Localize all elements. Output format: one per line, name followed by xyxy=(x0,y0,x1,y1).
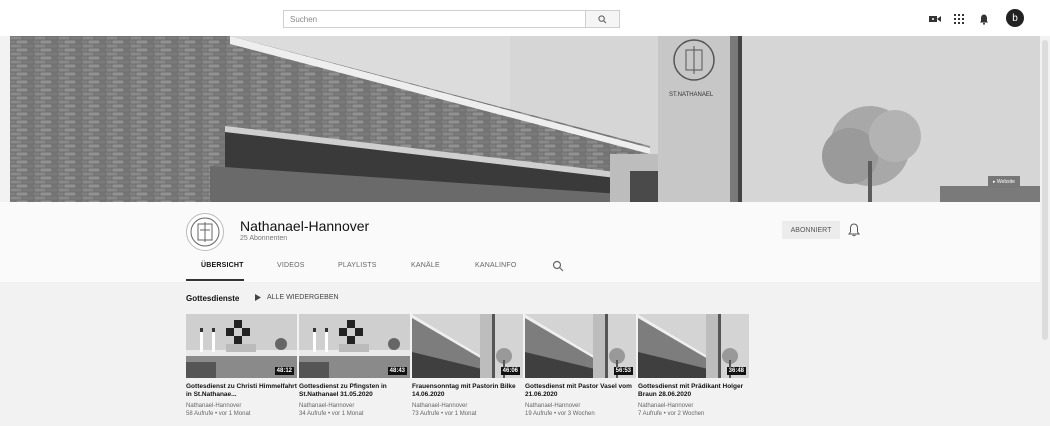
video-title[interactable]: Gottesdienst mit Prädikant Holger Braun … xyxy=(638,383,749,399)
video-thumbnail[interactable]: 36:48 xyxy=(638,314,749,378)
tab-overview[interactable]: ÜBERSICHT xyxy=(201,262,244,269)
video-title[interactable]: Gottesdienst zu Pfingsten in St.Nathanae… xyxy=(299,383,410,399)
website-link-label: Website xyxy=(996,179,1015,185)
website-link[interactable]: ▸ Website xyxy=(988,176,1020,188)
video-duration: 48:12 xyxy=(274,367,294,375)
channel-name: Nathanael-Hannover xyxy=(240,218,370,234)
video-duration: 46:06 xyxy=(500,367,520,375)
video-thumbnail[interactable]: 46:06 xyxy=(412,314,523,378)
notification-bell-icon[interactable] xyxy=(848,223,860,237)
video-card[interactable]: 46:06 Frauensonntag mit Pastorin Bilke 14… xyxy=(412,314,523,417)
video-meta: 58 Aufrufe • vor 1 Monat xyxy=(186,411,251,417)
video-title[interactable]: Gottesdienst mit Pastor Vasel vom 21.06.… xyxy=(525,383,636,399)
user-avatar[interactable]: b xyxy=(1006,9,1024,27)
tab-playlists[interactable]: PLAYLISTS xyxy=(338,262,377,269)
search-icon xyxy=(598,14,607,23)
video-thumbnail[interactable]: 48:12 xyxy=(186,314,297,378)
video-thumbnail[interactable]: 48:43 xyxy=(299,314,410,378)
video-channel-name[interactable]: Nathanael-Hannover xyxy=(186,403,297,409)
channel-header xyxy=(0,202,1040,282)
video-duration: 56:53 xyxy=(613,367,633,375)
banner-image xyxy=(10,36,1040,202)
notifications-bell-icon[interactable] xyxy=(977,12,991,26)
video-title[interactable]: Gottesdienst zu Christi Himmelfahrt in S… xyxy=(186,383,297,399)
video-duration: 36:48 xyxy=(726,367,746,375)
video-channel-name[interactable]: Nathanael-Hannover xyxy=(638,403,749,409)
video-thumbnail[interactable]: 56:53 xyxy=(525,314,636,378)
video-card[interactable]: 56:53 Gottesdienst mit Pastor Vasel vom 2… xyxy=(525,314,636,417)
active-tab-indicator xyxy=(186,279,244,281)
video-meta: 73 Aufrufe • vor 1 Monat xyxy=(412,411,477,417)
tab-channels[interactable]: KANÄLE xyxy=(411,262,440,269)
search-button[interactable] xyxy=(586,10,620,28)
section-title: Gottesdienste xyxy=(186,294,240,303)
play-icon xyxy=(255,294,261,301)
top-bar: Suchen b xyxy=(0,0,1050,36)
video-card[interactable]: 36:48 Gottesdienst mit Prädikant Holger B… xyxy=(638,314,749,417)
channel-search-icon[interactable] xyxy=(552,260,564,272)
channel-logo xyxy=(186,213,224,251)
play-all-label: ALLE WIEDERGEBEN xyxy=(267,294,339,301)
create-video-icon[interactable] xyxy=(928,12,942,26)
video-meta: 7 Aufrufe • vor 2 Wochen xyxy=(638,411,705,417)
video-duration: 48:43 xyxy=(387,367,407,375)
subscriber-count: 25 Abonnenten xyxy=(240,235,288,242)
tower-label: ST.NATHANAEL xyxy=(669,92,714,98)
church-emblem-icon xyxy=(190,217,220,247)
video-meta: 34 Aufrufe • vor 1 Monat xyxy=(299,411,364,417)
channel-banner: ST.NATHANAEL ▸ Website xyxy=(10,36,1040,202)
tab-videos[interactable]: VIDEOS xyxy=(277,262,305,269)
video-channel-name[interactable]: Nathanael-Hannover xyxy=(525,403,636,409)
video-meta: 19 Aufrufe • vor 3 Wochen xyxy=(525,411,595,417)
video-channel-name[interactable]: Nathanael-Hannover xyxy=(412,403,523,409)
scrollbar-thumb[interactable] xyxy=(1042,40,1048,340)
video-card[interactable]: 48:12 Gottesdienst zu Christi Himmelfahrt… xyxy=(186,314,297,417)
subscribed-button[interactable]: ABONNIERT xyxy=(782,221,840,239)
search-input[interactable]: Suchen xyxy=(283,10,586,28)
video-title[interactable]: Frauensonntag mit Pastorin Bilke 14.06.2… xyxy=(412,383,523,399)
play-all-button[interactable]: ALLE WIEDERGEBEN xyxy=(255,294,339,301)
tab-about[interactable]: KANALINFO xyxy=(475,262,516,269)
video-card[interactable]: 48:43 Gottesdienst zu Pfingsten in St.Nat… xyxy=(299,314,410,417)
video-channel-name[interactable]: Nathanael-Hannover xyxy=(299,403,410,409)
apps-grid-icon[interactable] xyxy=(952,12,966,26)
